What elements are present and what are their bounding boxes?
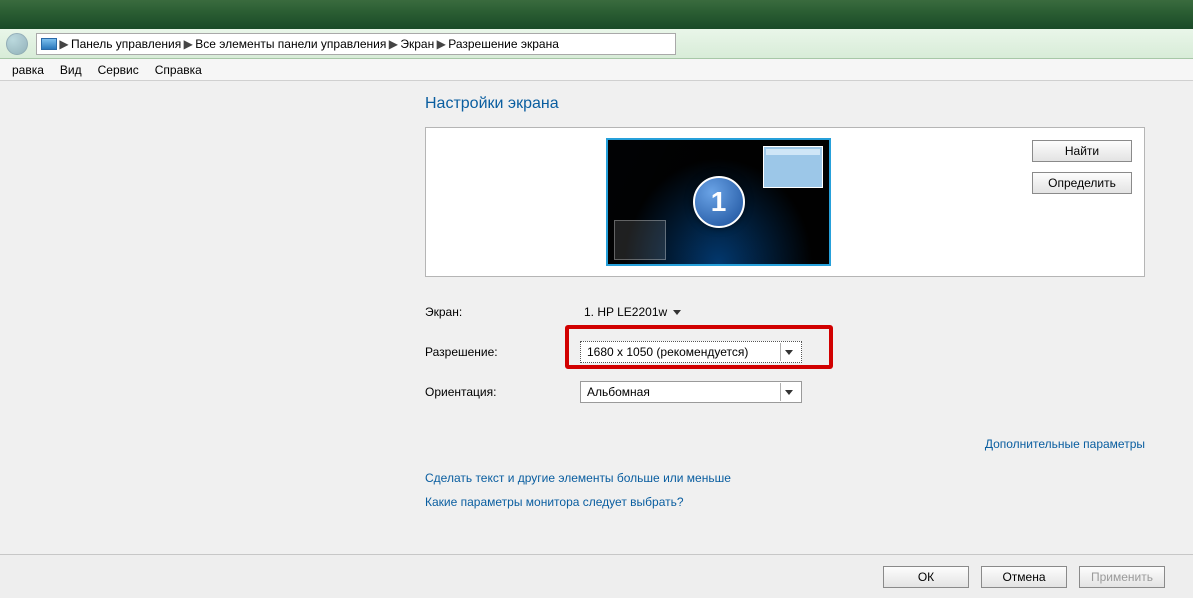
dialog-footer: ОК Отмена Применить — [0, 554, 1193, 598]
label-display: Экран: — [425, 305, 580, 319]
menu-item-view[interactable]: Вид — [52, 63, 90, 77]
page-title: Настройки экрана — [425, 95, 1145, 113]
display-dropdown[interactable]: 1. HP LE2201w — [580, 303, 683, 321]
menu-item-edit[interactable]: равка — [4, 63, 52, 77]
display-value: 1. HP LE2201w — [584, 305, 667, 319]
chevron-down-icon — [673, 310, 681, 315]
advanced-settings-link[interactable]: Дополнительные параметры — [425, 437, 1145, 451]
monitor-preview[interactable]: 1 — [606, 138, 831, 266]
menu-item-help[interactable]: Справка — [147, 63, 210, 77]
gadget-icon — [614, 220, 666, 260]
control-panel-icon — [41, 38, 57, 50]
resolution-dropdown[interactable]: 1680 x 1050 (рекомендуется) — [580, 341, 802, 363]
detect-button[interactable]: Найти — [1032, 140, 1132, 162]
breadcrumb[interactable]: ▶Панель управления ▶Все элементы панели … — [36, 33, 676, 55]
label-orientation: Ориентация: — [425, 385, 580, 399]
identify-button[interactable]: Определить — [1032, 172, 1132, 194]
chevron-down-icon — [780, 343, 797, 361]
text-size-link[interactable]: Сделать текст и другие элементы больше и… — [425, 471, 1145, 485]
monitor-number-badge: 1 — [693, 176, 745, 228]
chevron-down-icon — [780, 383, 797, 401]
menu-item-service[interactable]: Сервис — [90, 63, 147, 77]
window-titlebar — [0, 0, 1193, 29]
orientation-value: Альбомная — [587, 385, 650, 399]
cancel-button[interactable]: Отмена — [981, 566, 1067, 588]
apply-button[interactable]: Применить — [1079, 566, 1165, 588]
which-monitor-link[interactable]: Какие параметры монитора следует выбрать… — [425, 495, 1145, 509]
main-content: Настройки экрана 1 Найти Определить Экра… — [425, 95, 1145, 509]
resolution-value: 1680 x 1050 (рекомендуется) — [587, 345, 748, 359]
window-thumb-icon — [763, 146, 823, 188]
breadcrumb-item[interactable]: Разрешение экрана — [444, 37, 563, 51]
ok-button[interactable]: ОК — [883, 566, 969, 588]
orientation-dropdown[interactable]: Альбомная — [580, 381, 802, 403]
address-bar: ▶Панель управления ▶Все элементы панели … — [0, 29, 1193, 59]
breadcrumb-item[interactable]: Панель управления — [67, 37, 185, 51]
breadcrumb-item[interactable]: Все элементы панели управления — [191, 37, 390, 51]
nav-back-button[interactable] — [6, 33, 28, 55]
display-preview-box: 1 Найти Определить — [425, 127, 1145, 277]
breadcrumb-item[interactable]: Экран — [396, 37, 438, 51]
label-resolution: Разрешение: — [425, 345, 580, 359]
menu-bar: равка Вид Сервис Справка — [0, 59, 1193, 81]
